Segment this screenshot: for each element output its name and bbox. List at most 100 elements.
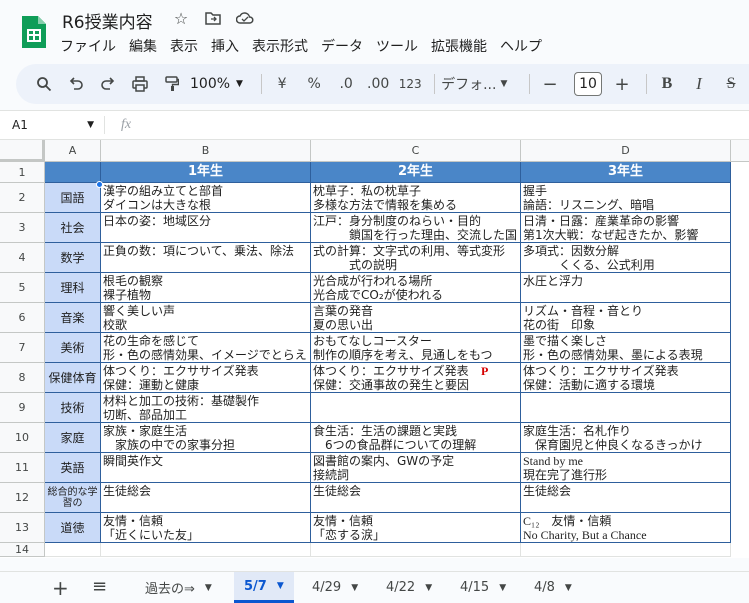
lesson-cell[interactable]: 友情・信頼 「近くにいた友」 <box>101 513 311 543</box>
all-sheets-button[interactable]: ≡ <box>92 576 107 597</box>
search-menus-icon[interactable] <box>30 70 58 98</box>
lesson-cell[interactable]: 式の計算：文字式の利用、等式変形 式の説明 <box>311 243 521 273</box>
currency-format-button[interactable]: ¥ <box>268 70 296 98</box>
subject-cell[interactable]: 社会 <box>45 213 101 243</box>
menu-help[interactable]: ヘルプ <box>500 36 542 56</box>
increase-font-size-button[interactable]: + <box>608 70 636 98</box>
sheet-tab-past[interactable]: 過去の⇒ ▼ <box>135 572 222 603</box>
italic-button[interactable]: I <box>685 70 713 98</box>
sheet-tab-4-29[interactable]: 4/29 ▼ <box>302 572 368 603</box>
menu-edit[interactable]: 編集 <box>129 36 157 56</box>
lesson-cell[interactable]: 漢字の組み立てと部首 ダイコンは大きな根 <box>101 183 311 213</box>
row-header[interactable]: 3 <box>0 213 45 243</box>
lesson-cell[interactable]: 花の生命を感じて 形・色の感情効果、イメージでとらえ <box>101 333 311 363</box>
subject-cell[interactable]: 数学 <box>45 243 101 273</box>
row-header[interactable]: 10 <box>0 423 45 453</box>
lesson-cell[interactable]: Stand by me 現在完了進行形 <box>521 453 731 483</box>
empty-cell[interactable] <box>521 543 731 557</box>
menu-data[interactable]: データ <box>321 36 363 56</box>
grade-header-cell[interactable]: 3年生 <box>521 162 731 183</box>
menu-insert[interactable]: 挿入 <box>211 36 239 56</box>
lesson-cell[interactable]: 体つくり：エクササイズ発表 保健：運動と健康 <box>101 363 311 393</box>
selection-handle[interactable] <box>96 181 103 188</box>
row-header[interactable]: 13 <box>0 513 45 543</box>
row-header[interactable]: 6 <box>0 303 45 333</box>
lesson-cell[interactable]: 言葉の発音 夏の思い出 <box>311 303 521 333</box>
lesson-cell[interactable]: 響く美しい声 校歌 <box>101 303 311 333</box>
column-header-c[interactable]: C <box>311 140 521 162</box>
lesson-cell[interactable]: 友情・信頼 「恋する涙」 <box>311 513 521 543</box>
subject-cell[interactable]: 道徳 <box>45 513 101 543</box>
add-sheet-button[interactable]: + <box>52 576 69 600</box>
lesson-cell[interactable]: 食生活：生活の課題と実践 6つの食品群についての理解 <box>311 423 521 453</box>
lesson-cell[interactable]: 生徒総会 <box>521 483 731 513</box>
subject-cell[interactable]: 保健体育 <box>45 363 101 393</box>
lesson-cell[interactable]: 墨で描く楽しさ 形・色の感情効果、墨による表現 <box>521 333 731 363</box>
sheet-tab-4-8[interactable]: 4/8 ▼ <box>524 572 582 603</box>
increase-decimal-button[interactable]: .00 <box>364 70 392 98</box>
lesson-cell[interactable]: 瞬間英作文 <box>101 453 311 483</box>
subject-cell[interactable]: 美術 <box>45 333 101 363</box>
row-header[interactable]: 14 <box>0 543 45 557</box>
lesson-cell[interactable]: 家族・家庭生活 家族の中での家事分担 <box>101 423 311 453</box>
menu-extensions[interactable]: 拡張機能 <box>431 36 487 56</box>
menu-view[interactable]: 表示 <box>170 36 198 56</box>
lesson-cell[interactable] <box>311 393 521 423</box>
sheets-logo-icon[interactable] <box>20 14 48 50</box>
document-title[interactable]: R6授業内容 <box>62 8 153 33</box>
lesson-cell[interactable]: C₁₂ 友情・信頼 No Charity, But a Chance <box>521 513 731 543</box>
subject-cell[interactable]: 英語 <box>45 453 101 483</box>
lesson-cell[interactable]: 体つくり：エクササイズ発表 保健：活動に適する環境 <box>521 363 731 393</box>
move-to-folder-icon[interactable] <box>204 9 222 27</box>
lesson-cell[interactable] <box>521 393 731 423</box>
header-blank-cell[interactable] <box>45 162 101 183</box>
menu-tools[interactable]: ツール <box>376 36 418 56</box>
column-header-e[interactable] <box>731 140 749 162</box>
grade-header-cell[interactable]: 2年生 <box>311 162 521 183</box>
lesson-cell[interactable]: 光合成が行われる場所 光合成でCO₂が使われる <box>311 273 521 303</box>
row-header[interactable]: 8 <box>0 363 45 393</box>
row-header[interactable]: 2 <box>0 183 45 213</box>
empty-cell[interactable] <box>101 543 311 557</box>
font-family-select[interactable]: デフォ... ▼ <box>441 74 523 94</box>
subject-cell[interactable]: 家庭 <box>45 423 101 453</box>
percent-format-button[interactable]: % <box>300 70 328 98</box>
sheet-tab-4-15[interactable]: 4/15 ▼ <box>450 572 516 603</box>
subject-cell[interactable]: 技術 <box>45 393 101 423</box>
lesson-cell[interactable]: 家庭生活：名札作り 保育園児と仲良くなるきっかけ <box>521 423 731 453</box>
lesson-cell[interactable]: おもてなしコースター 制作の順序を考え、見通しをもつ <box>311 333 521 363</box>
row-header[interactable]: 9 <box>0 393 45 423</box>
row-header[interactable]: 12 <box>0 483 45 513</box>
subject-cell[interactable]: 国語 <box>45 183 101 213</box>
sheet-tab-4-22[interactable]: 4/22 ▼ <box>376 572 442 603</box>
name-box[interactable]: A1 ▼ <box>0 118 100 132</box>
subject-cell[interactable]: 総合的な学習の <box>45 483 101 513</box>
decrease-decimal-button[interactable]: .0 <box>332 70 360 98</box>
cloud-saved-icon[interactable] <box>236 9 254 27</box>
subject-cell[interactable]: 理科 <box>45 273 101 303</box>
strikethrough-button[interactable]: S <box>717 70 745 98</box>
bold-button[interactable]: B <box>653 70 681 98</box>
select-all-corner[interactable] <box>0 140 45 162</box>
subject-cell[interactable]: 音楽 <box>45 303 101 333</box>
redo-icon[interactable] <box>94 70 122 98</box>
lesson-cell[interactable]: 体つくり：エクササイズ発表 保健：交通事故の発生と要因 P <box>311 363 521 393</box>
paint-format-icon[interactable] <box>158 70 186 98</box>
empty-cell[interactable] <box>45 543 101 557</box>
row-header[interactable]: 7 <box>0 333 45 363</box>
lesson-cell[interactable]: 材料と加工の技術：基礎製作 切断、部品加工 <box>101 393 311 423</box>
star-icon[interactable]: ☆ <box>172 9 190 28</box>
sheet-tab-5-7[interactable]: 5/7 ▼ <box>234 572 294 603</box>
grade-header-cell[interactable]: 1年生 <box>101 162 311 183</box>
lesson-cell[interactable]: 枕草子：私の枕草子 多様な方法で情報を集める <box>311 183 521 213</box>
lesson-cell[interactable]: 水圧と浮力 <box>521 273 731 303</box>
row-header[interactable]: 1 <box>0 162 45 183</box>
row-header[interactable]: 5 <box>0 273 45 303</box>
spreadsheet-grid[interactable]: A B C D 1 1年生 2年生 3年生 2 国語 漢字の組み立てと部首 ダイコンは大きな… <box>0 140 749 558</box>
row-header[interactable]: 11 <box>0 453 45 483</box>
menu-file[interactable]: ファイル <box>60 36 116 56</box>
lesson-cell[interactable]: 江戸：身分制度のねらい・目的 鎖国を行った理由、交流した国 <box>311 213 521 243</box>
decrease-font-size-button[interactable]: − <box>536 70 564 98</box>
lesson-cell[interactable]: リズム・音程・音とり 花の街 印象 <box>521 303 731 333</box>
lesson-cell[interactable]: 握手 論語：リスニング、暗唱 <box>521 183 731 213</box>
